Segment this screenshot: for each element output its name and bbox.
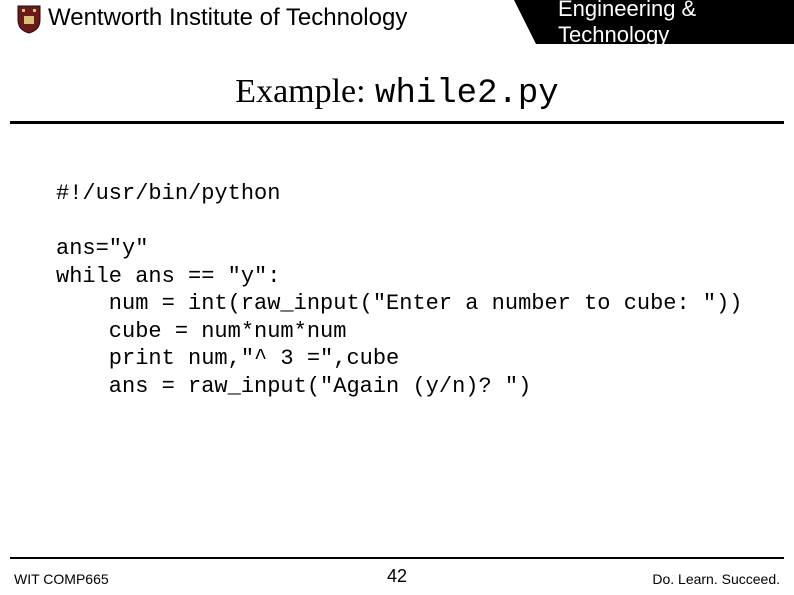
school-crest-icon: [16, 4, 42, 34]
header-notch-icon: [514, 0, 536, 44]
code-line: ans="y": [56, 236, 148, 261]
title-filename: while2.py: [375, 75, 559, 113]
code-line: cube = num*num*num: [56, 319, 346, 344]
title-label: Example:: [235, 73, 365, 110]
code-line: while ans == "y":: [56, 264, 280, 289]
title-divider: [10, 121, 784, 124]
code-line: num = int(raw_input("Enter a number to c…: [56, 291, 743, 316]
slide: Wentworth Institute of Technology Engine…: [0, 0, 794, 595]
motto: Do. Learn. Succeed.: [652, 571, 780, 587]
header: Wentworth Institute of Technology Engine…: [0, 0, 794, 54]
department-label: Engineering & Technology: [558, 0, 780, 48]
footer-divider: [10, 557, 784, 559]
page-number: 42: [387, 566, 407, 587]
department-banner: Engineering & Technology: [536, 0, 794, 44]
code-line: ans = raw_input("Again (y/n)? "): [56, 374, 531, 399]
code-line: #!/usr/bin/python: [56, 181, 280, 206]
institution-name: Wentworth Institute of Technology: [48, 4, 407, 32]
code-block: #!/usr/bin/python ans="y" while ans == "…: [56, 180, 743, 400]
course-code: WIT COMP665: [14, 571, 109, 587]
code-line: print num,"^ 3 =",cube: [56, 346, 399, 371]
footer: WIT COMP665 42 Do. Learn. Succeed.: [0, 563, 794, 587]
title-text: Example: while2.py: [0, 72, 794, 113]
slide-title: Example: while2.py: [0, 72, 794, 124]
